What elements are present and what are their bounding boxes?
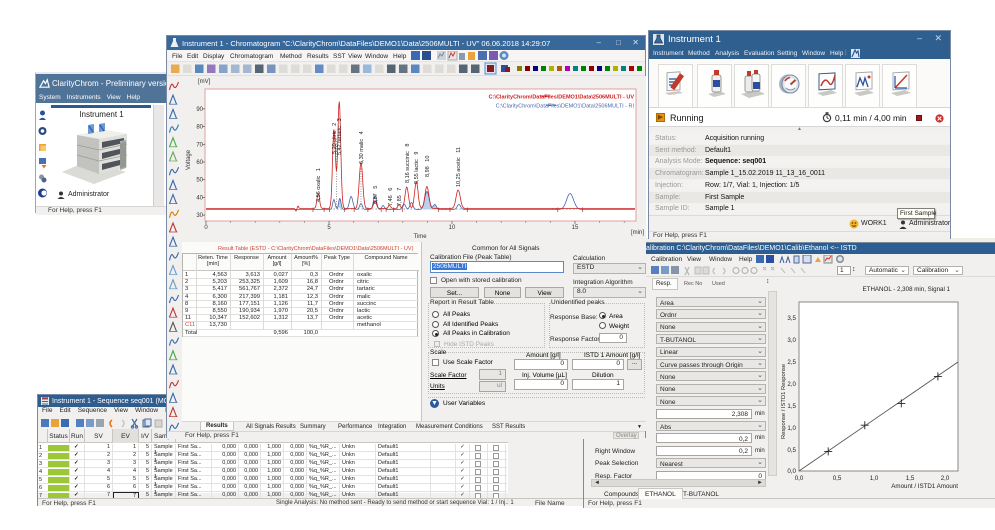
- svg-text:Response / ISTD1 Response: Response / ISTD1 Response: [781, 364, 787, 439]
- svg-text:[min]: [min]: [631, 230, 644, 236]
- svg-text:3,0: 3,0: [787, 337, 796, 344]
- svg-text:3,5: 3,5: [787, 315, 796, 322]
- svg-text:0,5: 0,5: [833, 475, 842, 482]
- svg-text:1,0: 1,0: [870, 475, 879, 482]
- svg-text:60: 60: [196, 160, 203, 166]
- svg-text:C:\ClarityChrom\DataFiles\DEMO: C:\ClarityChrom\DataFiles\DEMO1\Data\250…: [496, 104, 635, 110]
- svg-text:15: 15: [572, 225, 579, 231]
- svg-text:Time: Time: [413, 234, 427, 240]
- svg-text:2,0: 2,0: [941, 475, 950, 482]
- svg-text:1,5: 1,5: [906, 475, 915, 482]
- svg-text:80: 80: [196, 125, 203, 131]
- svg-text:Voltage: Voltage: [186, 149, 192, 170]
- svg-text:1,5: 1,5: [787, 403, 796, 410]
- svg-text:1,0: 1,0: [787, 425, 796, 432]
- svg-text:0,0: 0,0: [795, 475, 804, 482]
- svg-text:10: 10: [449, 225, 456, 231]
- svg-text:40: 40: [196, 195, 203, 201]
- svg-text:0,5: 0,5: [787, 447, 796, 454]
- svg-text:50: 50: [196, 178, 203, 184]
- svg-text:0,0: 0,0: [787, 468, 796, 475]
- svg-text:70: 70: [196, 142, 203, 148]
- svg-text:0: 0: [204, 225, 208, 231]
- svg-text:2,5: 2,5: [787, 359, 796, 366]
- svg-text:30: 30: [196, 213, 203, 219]
- svg-text:90: 90: [196, 107, 203, 113]
- svg-text:2,0: 2,0: [787, 381, 796, 388]
- svg-text:C:\ClarityChrom\DataFiles\DEMO: C:\ClarityChrom\DataFiles\DEMO1\Data\250…: [489, 95, 635, 101]
- svg-text:ETHANOL - 2,308 min, Signal 1: ETHANOL - 2,308 min, Signal 1: [863, 286, 951, 293]
- svg-text:5: 5: [327, 225, 331, 231]
